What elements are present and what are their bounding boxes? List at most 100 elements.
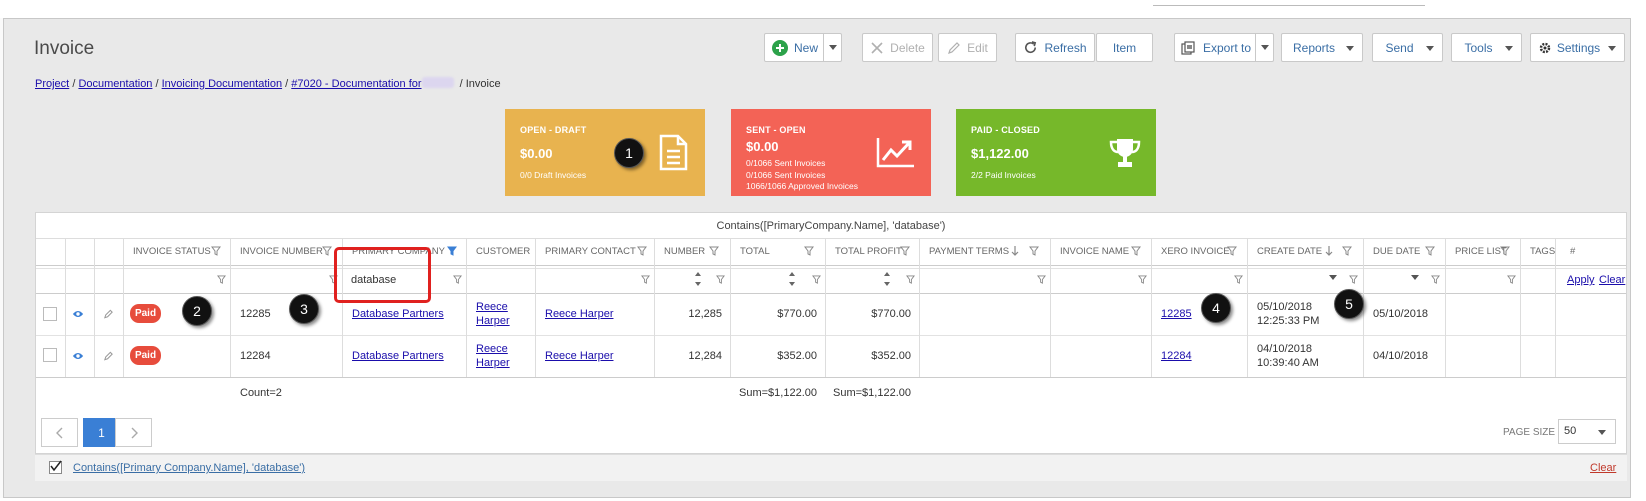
column-header-total-profit[interactable]: TOTAL PROFIT <box>835 246 902 257</box>
new-dropdown-caret[interactable] <box>823 34 841 61</box>
breadcrumb-documentation[interactable]: Documentation <box>78 78 152 90</box>
filter-icon[interactable] <box>1227 246 1237 256</box>
pencil-icon[interactable] <box>103 308 114 320</box>
column-header-customer[interactable]: CUSTOMER <box>476 246 530 257</box>
export-button[interactable]: Export to <box>1174 33 1274 62</box>
breadcrumb-project-record[interactable]: #7020 - Documentation for <box>291 78 421 90</box>
filter-icon[interactable] <box>900 246 910 256</box>
filter-icon[interactable] <box>1029 246 1039 256</box>
clear-all-filters-link[interactable]: Clear <box>1590 462 1616 474</box>
primary-company-link[interactable]: Database Partners <box>352 350 444 362</box>
column-header-due-date[interactable]: DUE DATE <box>1373 246 1420 257</box>
column-header-invoice-name[interactable]: INVOICE NAME <box>1060 246 1129 257</box>
column-header-number[interactable]: NUMBER <box>664 246 705 257</box>
filter-icon[interactable] <box>1138 275 1147 284</box>
number-spinner-icon[interactable] <box>883 270 891 288</box>
clear-filter-link[interactable]: Clear <box>1599 274 1625 286</box>
primary-company-link[interactable]: Database Partners <box>352 308 444 320</box>
breadcrumb-invoicing-documentation[interactable]: Invoicing Documentation <box>162 78 282 90</box>
sort-arrow-down-icon[interactable] <box>1325 245 1333 257</box>
export-dropdown-caret[interactable] <box>1255 34 1273 61</box>
checkmark-icon <box>50 460 62 472</box>
card-open-draft[interactable]: OPEN - DRAFT $0.00 0/0 Draft Invoices <box>505 109 705 196</box>
delete-button[interactable]: Delete <box>862 33 933 62</box>
pencil-icon[interactable] <box>103 350 114 362</box>
xero-invoice-link[interactable]: 12285 <box>1161 308 1192 320</box>
filter-icon[interactable] <box>217 275 226 284</box>
breadcrumb: Project / Documentation / Invoicing Docu… <box>35 77 501 90</box>
callout-marker: 3 <box>289 294 319 324</box>
settings-button-label: Settings <box>1556 40 1601 55</box>
tools-button[interactable]: Tools <box>1451 33 1522 62</box>
filter-icon[interactable] <box>322 246 332 256</box>
filter-icon[interactable] <box>716 275 725 284</box>
primary-contact-link[interactable]: Reece Harper <box>545 308 613 320</box>
filter-icon[interactable] <box>1507 275 1516 284</box>
eye-icon[interactable] <box>72 351 84 361</box>
column-separator <box>1050 239 1051 377</box>
customer-link[interactable]: Harper <box>476 357 510 369</box>
customer-link[interactable]: Reece <box>476 301 508 313</box>
primary-contact-link[interactable]: Reece Harper <box>545 350 613 362</box>
reports-button[interactable]: Reports <box>1281 33 1363 62</box>
filter-expression-link[interactable]: Contains([Primary Company.Name], 'databa… <box>73 462 305 474</box>
customer-link[interactable]: Reece <box>476 343 508 355</box>
filter-icon[interactable] <box>1500 246 1510 256</box>
chevron-down-icon[interactable] <box>1411 275 1419 281</box>
eye-icon[interactable] <box>72 309 84 319</box>
filter-icon[interactable] <box>1431 275 1440 284</box>
apply-filter-link[interactable]: Apply <box>1567 274 1595 286</box>
pager-prev-button[interactable] <box>41 418 78 447</box>
settings-button[interactable]: Settings <box>1530 33 1625 62</box>
row-select-checkbox[interactable] <box>43 307 57 321</box>
filter-icon[interactable] <box>1234 275 1243 284</box>
column-header-total[interactable]: TOTAL <box>740 246 770 257</box>
number-spinner-icon[interactable] <box>788 270 796 288</box>
card-sent-open[interactable]: SENT - OPEN $0.00 0/1066 Sent Invoices 0… <box>731 109 931 196</box>
column-header-invoice-number[interactable]: INVOICE NUMBER <box>240 246 323 257</box>
customer-link[interactable]: Harper <box>476 315 510 327</box>
sort-arrow-down-icon[interactable] <box>1011 245 1019 257</box>
filter-icon[interactable] <box>1342 246 1352 256</box>
refresh-button[interactable]: Refresh <box>1015 33 1095 62</box>
highlight-box <box>334 247 431 303</box>
column-header-payment-terms[interactable]: PAYMENT TERMS <box>929 246 1009 257</box>
column-header-primary-contact[interactable]: PRIMARY CONTACT <box>545 246 636 257</box>
column-header-create-date[interactable]: CREATE DATE <box>1257 246 1322 257</box>
filter-icon[interactable] <box>906 275 915 284</box>
filter-icon[interactable] <box>709 246 719 256</box>
item-button[interactable]: Item <box>1096 33 1153 62</box>
number-spinner-icon[interactable] <box>694 270 702 288</box>
pager-next-button[interactable] <box>115 418 152 447</box>
callout-marker: 1 <box>614 138 644 168</box>
row-select-checkbox[interactable] <box>43 348 57 362</box>
breadcrumb-current: Invoice <box>465 78 501 90</box>
filter-icon[interactable] <box>1037 275 1046 284</box>
column-header-tags[interactable]: TAGS <box>1530 246 1555 257</box>
filter-icon[interactable] <box>637 246 647 256</box>
breadcrumb-project[interactable]: Project <box>35 78 69 90</box>
filter-icon[interactable] <box>1425 246 1435 256</box>
column-header-invoice-status[interactable]: INVOICE STATUS <box>133 246 211 257</box>
filter-icon[interactable] <box>812 275 821 284</box>
send-button[interactable]: Send <box>1372 33 1443 62</box>
filter-icon[interactable] <box>1131 246 1141 256</box>
column-header-xero-invoice[interactable]: XERO INVOICE <box>1161 246 1230 257</box>
column-header-price-list[interactable]: PRICE LIST <box>1455 246 1507 257</box>
document-icon <box>658 134 689 174</box>
filter-enabled-checkbox[interactable] <box>49 460 62 474</box>
filter-icon[interactable] <box>1349 275 1358 284</box>
xero-invoice-link[interactable]: 12284 <box>1161 350 1192 362</box>
new-button[interactable]: New <box>764 33 842 62</box>
card-paid-closed[interactable]: PAID - CLOSED $1,122.00 2/2 Paid Invoice… <box>956 109 1156 196</box>
page-size-select[interactable]: 50 <box>1558 419 1616 444</box>
edit-button[interactable]: Edit <box>938 33 997 62</box>
filter-icon[interactable] <box>804 246 814 256</box>
active-filter-icon[interactable] <box>447 246 457 256</box>
chevron-down-icon[interactable] <box>1329 275 1337 281</box>
filter-icon[interactable] <box>211 246 221 256</box>
filter-icon[interactable] <box>453 275 462 284</box>
page-size-label: PAGE SIZE <box>1503 427 1556 438</box>
filter-icon[interactable] <box>641 275 650 284</box>
invoice-grid: Contains([PrimaryCompany.Name], 'databas… <box>35 212 1627 454</box>
